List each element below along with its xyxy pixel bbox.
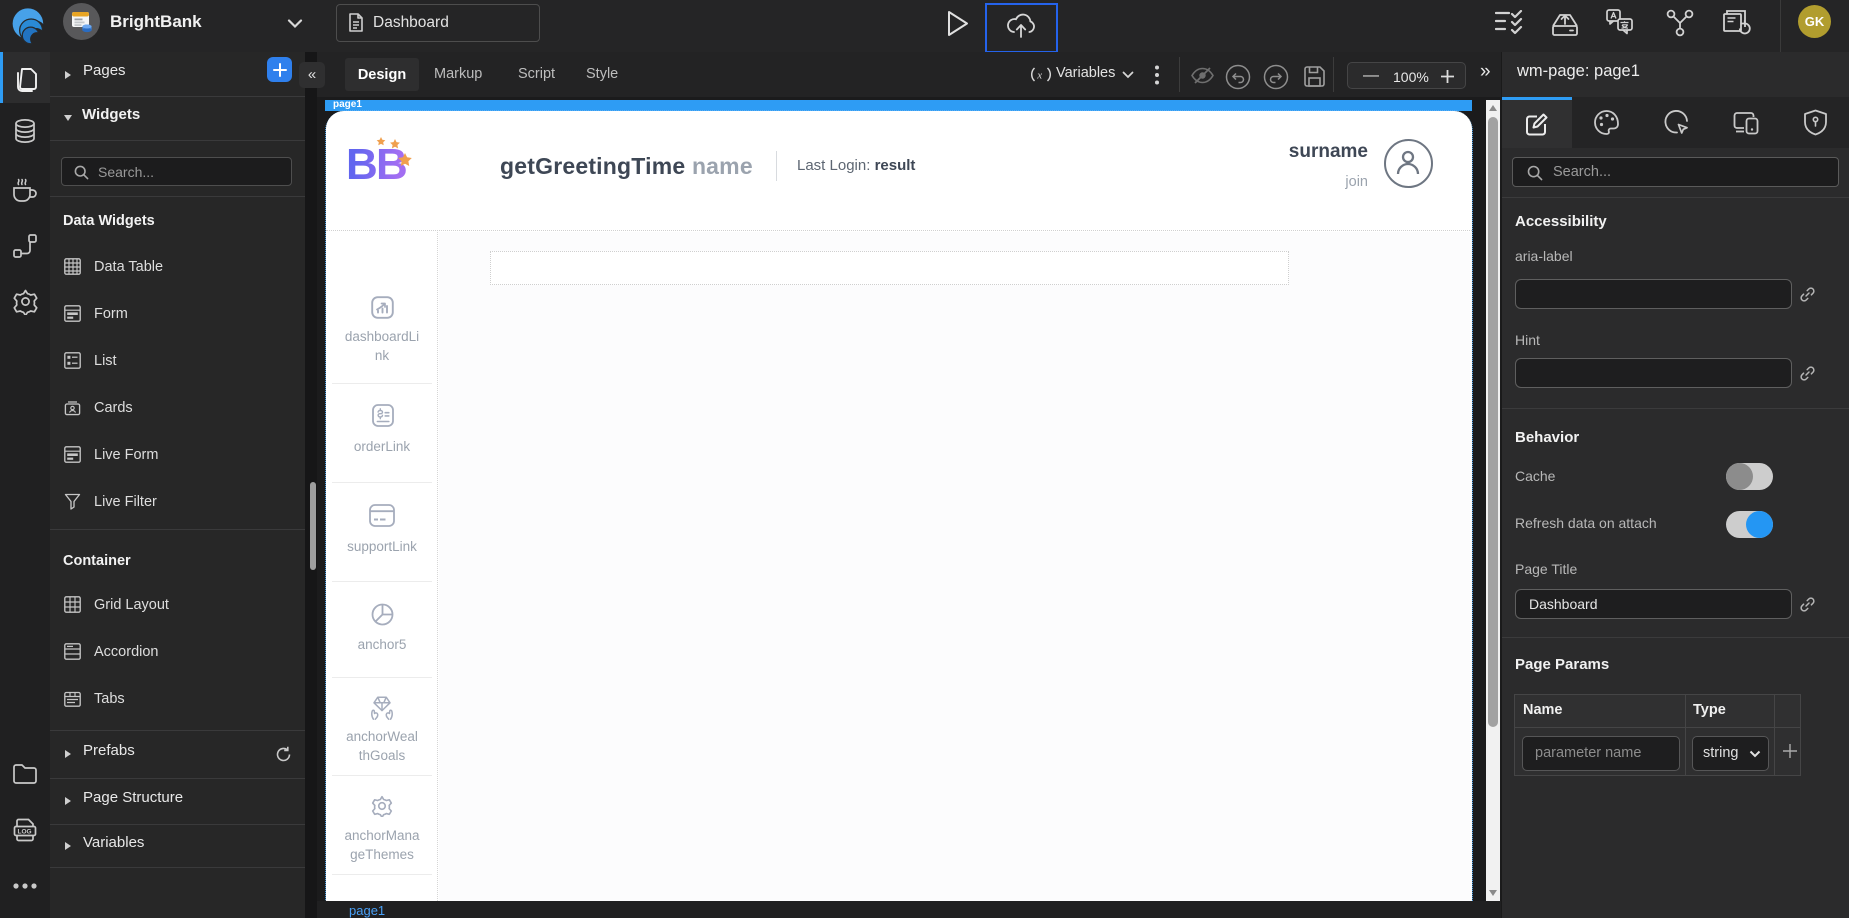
svg-text:x: x <box>1036 70 1042 82</box>
svg-text:LOG: LOG <box>18 828 32 835</box>
